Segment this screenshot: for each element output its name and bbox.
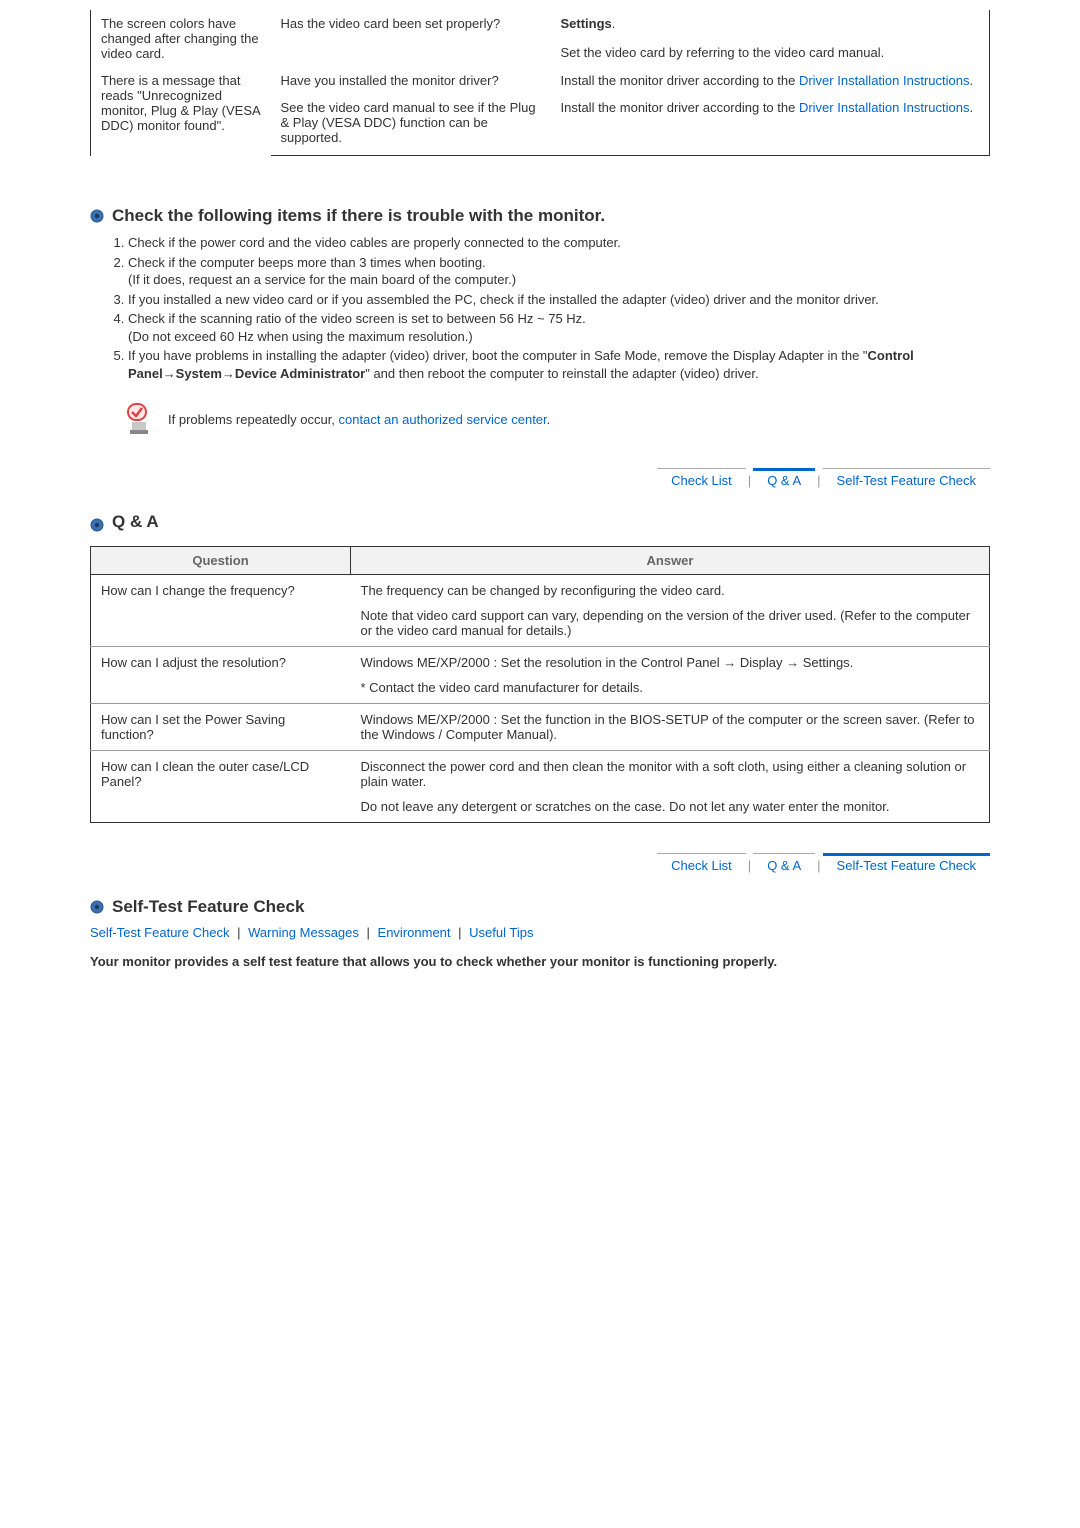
nav-tabs: Check List | Q & A | Self-Test Feature C… [90,853,990,877]
environment-link[interactable]: Environment [378,925,451,940]
nav-tabs: Check List | Q & A | Self-Test Feature C… [90,468,990,492]
tab-selftest[interactable]: Self-Test Feature Check [823,853,990,877]
nav-separator: | [815,473,822,488]
useful-tips-link[interactable]: Useful Tips [469,925,533,940]
nav-separator: | [815,858,822,873]
qa-answer: Windows ME/XP/2000 : Set the resolution … [351,647,990,704]
troubleshoot-table: The screen colors have changed after cha… [90,10,990,156]
list-item: If you have problems in installing the a… [128,347,990,382]
symptom-cell: There is a message that reads "Unrecogni… [91,67,271,156]
note-row: If problems repeatedly occur, contact an… [90,400,990,438]
qa-answer: Disconnect the power cord and then clean… [351,751,990,823]
note-text: If problems repeatedly occur, contact an… [168,412,550,427]
qa-question: How can I change the frequency? [91,575,351,647]
qa-question: How can I set the Power Saving function? [91,704,351,751]
note-icon [120,400,158,438]
symptom-cell: The screen colors have changed after cha… [91,10,271,67]
qa-header-question: Question [91,547,351,575]
service-center-link[interactable]: contact an authorized service center [339,412,547,427]
solution-cell: Set the video card by referring to the v… [551,39,990,68]
tab-check-list[interactable]: Check List [657,468,746,492]
check-cell: Have you installed the monitor driver? [271,67,551,94]
selftest-links: Self-Test Feature Check | Warning Messag… [90,925,990,940]
qa-question: How can I adjust the resolution? [91,647,351,704]
qa-answer: The frequency can be changed by reconfig… [351,575,990,647]
qa-header-answer: Answer [351,547,990,575]
qa-answer: Windows ME/XP/2000 : Set the function in… [351,704,990,751]
solution-cell: Install the monitor driver according to … [551,94,990,156]
selftest-link[interactable]: Self-Test Feature Check [90,925,229,940]
tab-check-list[interactable]: Check List [657,853,746,877]
solution-cell: Settings. [551,10,990,39]
list-item: If you installed a new video card or if … [128,291,990,309]
bullet-icon [90,518,104,532]
solution-cell: Install the monitor driver according to … [551,67,990,94]
warning-messages-link[interactable]: Warning Messages [248,925,359,940]
driver-instructions-link[interactable]: Driver Installation Instructions [799,73,970,88]
bullet-icon [90,900,104,914]
list-item: Check if the computer beeps more than 3 … [128,254,990,289]
bullet-icon [90,209,104,223]
qa-question: How can I clean the outer case/LCD Panel… [91,751,351,823]
list-item: Check if the power cord and the video ca… [128,234,990,252]
tab-qa[interactable]: Q & A [753,468,815,492]
check-cell: See the video card manual to see if the … [271,94,551,156]
qa-table: Question Answer How can I change the fre… [90,546,990,823]
nav-separator: | [746,473,753,488]
selftest-intro: Your monitor provides a self test featur… [90,954,990,969]
selftest-heading: Self-Test Feature Check [112,897,304,917]
check-cell: Has the video card been set properly? [271,10,551,67]
nav-separator: | [746,858,753,873]
checklist-heading: Check the following items if there is tr… [112,206,605,226]
selftest-header: Self-Test Feature Check [90,897,990,917]
checklist-header: Check the following items if there is tr… [90,206,990,226]
tab-selftest[interactable]: Self-Test Feature Check [823,468,990,492]
qa-header: Q & A [90,512,990,538]
list-item: Check if the scanning ratio of the video… [128,310,990,345]
checklist: Check if the power cord and the video ca… [90,234,990,382]
driver-instructions-link[interactable]: Driver Installation Instructions [799,100,970,115]
tab-qa[interactable]: Q & A [753,853,815,877]
qa-title: Q & A [112,512,159,532]
